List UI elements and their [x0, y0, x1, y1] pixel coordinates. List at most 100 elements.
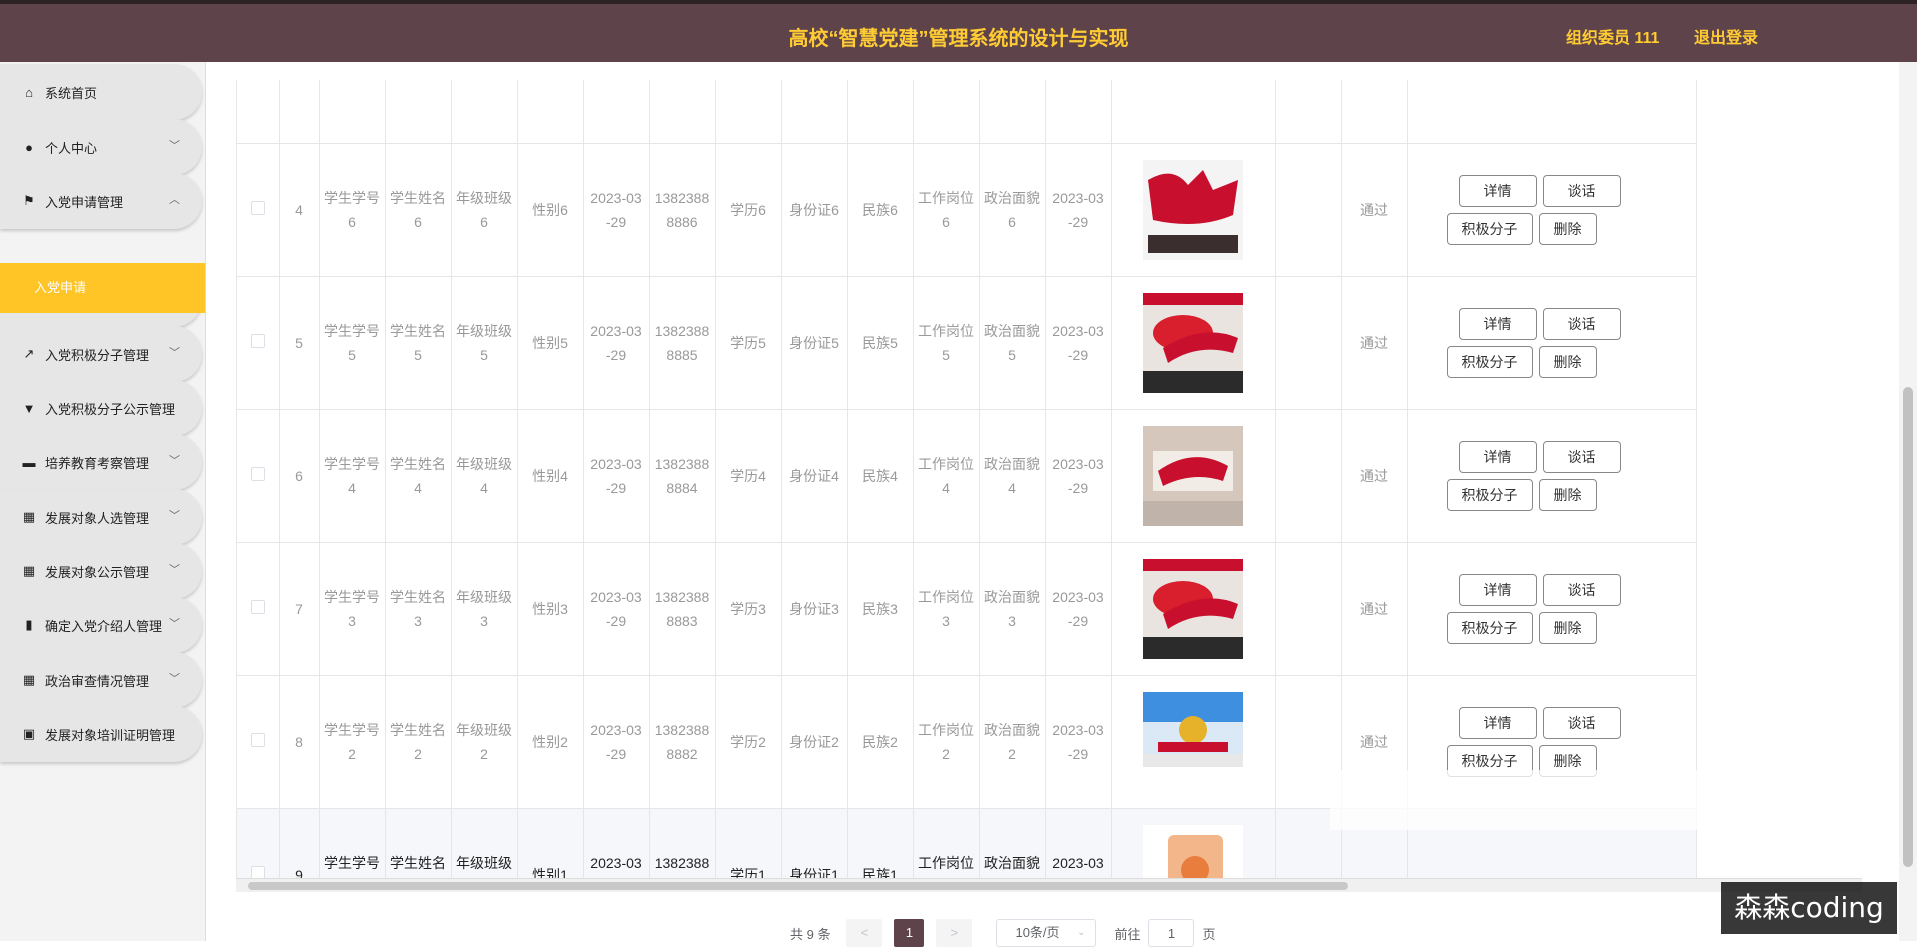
sidebar-item-1[interactable]: ● 个人中心 ﹀: [0, 119, 202, 175]
goto-page-input[interactable]: [1148, 919, 1195, 947]
row-checkbox[interactable]: [250, 466, 265, 481]
cell-text: 政治面貌: [984, 189, 1040, 206]
cell-text: -29: [605, 745, 627, 762]
page-size-select[interactable]: 10条/页 ⌄: [996, 919, 1097, 947]
chevron-down-icon: ﹀: [169, 510, 180, 522]
talk-button[interactable]: 谈话: [1542, 573, 1621, 606]
horizontal-scroll-thumb[interactable]: [248, 882, 1348, 890]
row-checkbox[interactable]: [250, 200, 265, 215]
name-cell: 学生姓名 6: [385, 143, 452, 277]
status-cell: 通过: [1341, 276, 1408, 410]
sidebar-item-4[interactable]: ↗ 入党积极分子管理 ﹀: [0, 326, 202, 382]
phone-cell: 1382388 8885: [649, 276, 716, 410]
horizontal-scrollbar[interactable]: [236, 878, 1862, 892]
sidebar-item-7[interactable]: ▦ 发展对象人选管理 ﹀: [0, 489, 202, 545]
chevron-down-icon: ﹀: [169, 564, 180, 576]
flag-icon: ⚑: [23, 193, 35, 208]
political-cell: 政治面貌 6: [979, 143, 1046, 277]
cell-text: 学生学号: [324, 322, 380, 339]
talk-button[interactable]: 谈话: [1542, 706, 1621, 739]
detail-button[interactable]: 详情: [1458, 440, 1537, 473]
sidebar-item-2[interactable]: ⚑ 入党申请管理 ︿: [0, 173, 202, 229]
name-cell: 学生姓名 4: [385, 409, 452, 543]
empty-cell: [1275, 542, 1342, 676]
activist-button[interactable]: 积极分子: [1446, 478, 1533, 511]
sidebar-item-9[interactable]: ▮ 确定入党介绍人管理 ﹀: [0, 597, 202, 653]
cell-text: 6: [942, 213, 950, 230]
education-cell: 学历4: [715, 409, 782, 543]
page-1-button[interactable]: 1: [894, 919, 925, 947]
sidebar-item-5[interactable]: ▼ 入党积极分子公示管理: [0, 380, 202, 436]
detail-button[interactable]: 详情: [1458, 174, 1537, 207]
goto-label: 前往: [1114, 926, 1141, 942]
select-cell[interactable]: [237, 143, 280, 277]
cell-text: 工作岗位: [918, 455, 974, 472]
sidebar-item-6[interactable]: ▬ 培养教育考察管理 ﹀: [0, 434, 202, 490]
gender-cell: 性别1: [517, 808, 584, 881]
row-checkbox[interactable]: [250, 599, 265, 614]
sidebar-item-10[interactable]: ▦ 政治审查情况管理 ﹀: [0, 652, 202, 708]
talk-button[interactable]: 谈话: [1542, 307, 1621, 340]
sidebar-item-8[interactable]: ▦ 发展对象公示管理 ﹀: [0, 543, 202, 599]
logout-link[interactable]: 退出登录: [1694, 24, 1758, 48]
select-cell[interactable]: [237, 542, 280, 676]
grid-icon: ▦: [22, 563, 36, 578]
delete-button[interactable]: 删除: [1538, 345, 1597, 378]
delete-button[interactable]: 删除: [1538, 611, 1597, 644]
empty-cell: [1111, 80, 1276, 144]
prev-page-button[interactable]: <: [846, 919, 883, 947]
empty-cell: [319, 80, 386, 144]
date2-cell: 2023-03-29: [1045, 808, 1112, 881]
date-cell: 2023-03 -29: [583, 276, 650, 410]
delete-button[interactable]: 删除: [1538, 212, 1597, 245]
cell-text: 工作岗位: [918, 588, 974, 605]
cell-text: 1382388: [654, 189, 710, 206]
talk-button[interactable]: 谈话: [1542, 174, 1621, 207]
cell-text: 2023-03: [590, 322, 642, 339]
sidebar-item-label: 入党积极分子管理: [45, 347, 150, 363]
cell-text: 2023-03: [1052, 854, 1104, 871]
chevron-down-icon: ﹀: [169, 618, 180, 630]
photo-red-slogan: 永: [1143, 159, 1243, 260]
cell-text: 8883: [666, 612, 698, 629]
ethnicity-cell: 民族1: [847, 808, 914, 881]
name-cell: 学生姓名 5: [385, 276, 452, 410]
cell-text: 工作岗位: [918, 854, 974, 871]
detail-button[interactable]: 详情: [1458, 307, 1537, 340]
cell-text: 工作岗位: [918, 721, 974, 738]
date2-cell: 2023-03-29: [1045, 143, 1112, 277]
cell-text: 1382388: [654, 455, 710, 472]
detail-button[interactable]: 详情: [1458, 706, 1537, 739]
photo-emblem-stage: [1143, 691, 1243, 792]
photo-party-hall: [1143, 292, 1243, 393]
cell-text: 年级班级: [456, 588, 512, 605]
cell-text: 学生学号: [324, 854, 380, 871]
sidebar: ⌂系统首页●个人中心﹀⚑入党申请管理︿▦党组织谈话管理﹀↗入党积极分子管理﹀▼入…: [0, 62, 206, 941]
sidebar-item-11[interactable]: ▣ 发展对象培训证明管理: [0, 706, 202, 762]
sidebar-subitem-apply[interactable]: 入党申请: [0, 263, 205, 313]
row-checkbox[interactable]: [250, 732, 265, 747]
sidebar-item-0[interactable]: ⌂ 系统首页: [0, 64, 202, 120]
delete-button[interactable]: 删除: [1538, 478, 1597, 511]
chevron-down-icon: ﹀: [169, 347, 180, 359]
activist-button[interactable]: 积极分子: [1446, 345, 1533, 378]
select-cell[interactable]: [237, 675, 280, 809]
select-cell[interactable]: [237, 276, 280, 410]
select-cell[interactable]: [237, 808, 280, 881]
activist-button[interactable]: 积极分子: [1446, 212, 1533, 245]
select-cell[interactable]: [237, 409, 280, 543]
gender-cell: 性别2: [517, 675, 584, 809]
clipboard-icon: ▣: [22, 726, 36, 741]
vertical-scroll-thumb[interactable]: [1903, 387, 1913, 867]
detail-button[interactable]: 详情: [1458, 573, 1537, 606]
activist-button[interactable]: 积极分子: [1446, 611, 1533, 644]
vertical-scrollbar[interactable]: [1899, 62, 1917, 941]
cell-text: -29: [605, 346, 627, 363]
name-cell: 学生姓名 2: [385, 675, 452, 809]
row-checkbox[interactable]: [250, 333, 265, 348]
empty-cell: [781, 80, 848, 144]
cell-text: 5: [414, 346, 422, 363]
id-card-cell: 身份证4: [781, 409, 848, 543]
talk-button[interactable]: 谈话: [1542, 440, 1621, 473]
next-page-button[interactable]: >: [936, 919, 973, 947]
